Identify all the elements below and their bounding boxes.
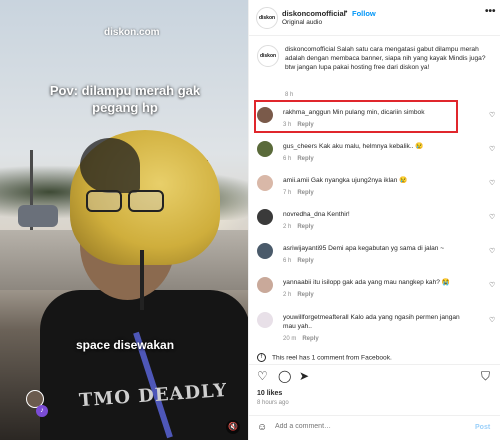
- emoji-icon[interactable]: ☺: [257, 422, 267, 433]
- comment-item: yannaabii itu isilopp gak ada yang mau n…: [257, 277, 497, 311]
- reply-button[interactable]: Reply: [297, 292, 313, 298]
- comment-time: 20 m: [283, 336, 297, 342]
- caption-time: 8 h: [285, 92, 294, 98]
- comment-avatar[interactable]: [257, 209, 273, 225]
- account-username[interactable]: diskoncomofficial: [282, 9, 346, 18]
- more-options-icon[interactable]: •••: [485, 6, 496, 17]
- comment-item: youwillforgetmeafterall Kalo ada yang ng…: [257, 312, 497, 352]
- reply-button[interactable]: Reply: [297, 258, 313, 264]
- comment-username[interactable]: yannaabii: [283, 279, 311, 286]
- heart-icon[interactable]: ♡: [489, 111, 495, 119]
- comment-time: 2 h: [283, 224, 292, 230]
- send-icon[interactable]: ➤: [299, 369, 309, 383]
- comment-avatar[interactable]: [257, 312, 273, 328]
- comment-text: itu isilopp gak ada yang mau nangkep kah…: [313, 279, 450, 286]
- reply-button[interactable]: Reply: [297, 224, 313, 230]
- video-caption-top: Pov: dilampu merah gak pegang hp: [49, 83, 201, 115]
- account-avatar[interactable]: diskon: [256, 7, 278, 29]
- post-button[interactable]: Post: [475, 424, 490, 431]
- heart-icon[interactable]: ♡: [489, 213, 495, 221]
- caption-text: diskoncomofficial Salah satu cara mengat…: [285, 46, 486, 71]
- reel-video[interactable]: TMO DEADLY diskon.com Pov: dilampu merah…: [0, 0, 248, 440]
- action-bar: ♡ ◯ ➤ ⛉: [249, 364, 500, 388]
- comment-text: Kak aku malu, helmnya kebalik.. 😢: [318, 143, 424, 150]
- facebook-comments-note[interactable]: f This reel has 1 comment from Facebook.: [257, 353, 497, 362]
- facebook-note-text: This reel has 1 comment from Facebook.: [272, 354, 392, 362]
- comment-icon[interactable]: ◯: [278, 369, 291, 383]
- comment-time: 7 h: [283, 190, 292, 196]
- comment-item: asriwijayanti95 Demi apa kegabutan yg sa…: [257, 243, 497, 277]
- comment-avatar[interactable]: [257, 277, 273, 293]
- post-panel: diskon diskoncomofficial • Follow Origin…: [248, 0, 500, 440]
- shirt-print: TMO DEADLY: [78, 379, 229, 412]
- separator-dot: •: [345, 9, 348, 16]
- video-watermark: diskon.com: [104, 27, 160, 38]
- video-caption-bottom: space disewakan: [75, 338, 175, 352]
- add-comment-bar: ☺ Post: [249, 415, 500, 440]
- reply-button[interactable]: Reply: [297, 190, 313, 196]
- comment-text: Kenthir!: [327, 211, 350, 218]
- heart-icon[interactable]: ♡: [489, 145, 495, 153]
- heart-icon[interactable]: ♡: [489, 247, 495, 255]
- comment-text: Demi apa kegabutan yg sama di jalan ~: [328, 245, 445, 252]
- car: [18, 205, 58, 227]
- comments-list[interactable]: diskon diskoncomofficial Salah satu cara…: [249, 37, 500, 363]
- comment-item: novredha_dna Kenthir! 2 h Reply ♡: [257, 209, 497, 243]
- comment-time: 2 h: [283, 292, 292, 298]
- helmet-strap: [140, 250, 144, 310]
- caption-avatar[interactable]: diskon: [257, 45, 279, 67]
- audio-badge-icon: ♪: [36, 405, 48, 417]
- heart-icon[interactable]: ♡: [257, 369, 268, 383]
- helmet-visor: [80, 138, 140, 193]
- facebook-icon: f: [257, 353, 266, 362]
- comment-username[interactable]: amii.amii: [283, 177, 309, 184]
- heart-icon[interactable]: ♡: [489, 281, 495, 289]
- reply-button[interactable]: Reply: [302, 336, 318, 342]
- reel-viewer: TMO DEADLY diskon.com Pov: dilampu merah…: [0, 0, 500, 440]
- comment-avatar[interactable]: [257, 175, 273, 191]
- likes-count[interactable]: 10 likes: [257, 390, 282, 397]
- follow-button[interactable]: Follow: [352, 9, 376, 18]
- comment-username[interactable]: gus_cheers: [283, 143, 317, 150]
- bookmark-icon[interactable]: ⛉: [481, 369, 490, 383]
- comment-text: Gak nyangka ujung2nya iklan 😢: [310, 177, 408, 184]
- comment-input[interactable]: [275, 423, 445, 430]
- comment-avatar[interactable]: [257, 141, 273, 157]
- audio-link[interactable]: Original audio: [282, 19, 322, 26]
- comment-time: 6 h: [283, 258, 292, 264]
- comment-username[interactable]: asriwijayanti95: [283, 245, 326, 252]
- post-header: diskon diskoncomofficial • Follow Origin…: [249, 0, 500, 36]
- heart-icon[interactable]: ♡: [489, 179, 495, 187]
- mute-button[interactable]: 🔇: [226, 420, 240, 434]
- post-time: 8 hours ago: [257, 400, 289, 406]
- heart-icon[interactable]: ♡: [489, 316, 495, 324]
- reply-button[interactable]: Reply: [297, 156, 313, 162]
- comment-item: gus_cheers Kak aku malu, helmnya kebalik…: [257, 141, 497, 175]
- comment-item: amii.amii Gak nyangka ujung2nya iklan 😢 …: [257, 175, 497, 209]
- comment-username[interactable]: novredha_dna: [283, 211, 325, 218]
- highlight-box: [254, 100, 458, 133]
- comment-username[interactable]: youwillforgetmeafterall: [283, 314, 349, 321]
- comment-time: 6 h: [283, 156, 292, 162]
- comment-avatar[interactable]: [257, 243, 273, 259]
- glasses: [86, 190, 166, 214]
